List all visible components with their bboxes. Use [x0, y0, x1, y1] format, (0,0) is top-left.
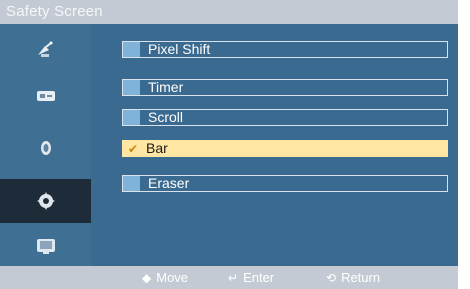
menu-item-label: Scroll [148, 109, 184, 125]
menu-panel: Pixel Shift Timer Scroll ✔ Bar Eraser [91, 24, 458, 266]
multi-control-icon [36, 239, 55, 254]
enter-label: Enter [243, 270, 275, 285]
checkmark-icon: ✔ [128, 142, 139, 156]
return-label: Return [341, 270, 381, 285]
move-hint: ◆ Move [142, 270, 188, 285]
move-icon: ◆ [142, 270, 152, 285]
enter-icon: ↵ [228, 270, 239, 285]
sidebar-item-multi[interactable] [0, 224, 91, 268]
category-sidebar [0, 24, 91, 266]
satellite-dish-icon [37, 41, 52, 57]
menu-item-bar[interactable]: ✔ Bar [122, 140, 448, 157]
setup-gear-icon [36, 192, 55, 210]
safety-screen-osd: Safety Screen Pixel Shift Timer Scroll ✔… [0, 0, 470, 289]
sidebar-item-sound[interactable] [0, 126, 91, 170]
sound-icon [40, 141, 51, 155]
menu-item-pixel-shift[interactable]: Pixel Shift [122, 41, 448, 58]
sidebar-item-antenna[interactable] [0, 28, 91, 72]
item-marker [123, 110, 140, 125]
return-icon: ⟲ [326, 270, 337, 285]
menu-item-eraser[interactable]: Eraser [122, 175, 448, 192]
menu-title: Safety Screen [6, 3, 103, 20]
navigation-hints: ◆ Move ↵ Enter ⟲ Return [0, 266, 458, 289]
menu-item-scroll[interactable]: Scroll [122, 109, 448, 126]
input-source-icon [36, 91, 55, 101]
menu-item-label: Pixel Shift [148, 41, 211, 57]
item-marker [123, 80, 140, 95]
enter-hint: ↵ Enter [228, 270, 274, 285]
return-hint: ⟲ Return [326, 270, 380, 285]
sidebar-item-input[interactable] [0, 74, 91, 118]
menu-item-label: Eraser [148, 175, 190, 191]
item-marker [123, 42, 140, 57]
menu-item-label: Timer [148, 79, 184, 95]
move-label: Move [156, 270, 189, 285]
sidebar-item-setup[interactable] [0, 179, 91, 223]
title-bar: Safety Screen [0, 0, 458, 24]
menu-item-timer[interactable]: Timer [122, 79, 448, 96]
item-marker [123, 176, 140, 191]
menu-item-label: Bar [146, 140, 168, 156]
